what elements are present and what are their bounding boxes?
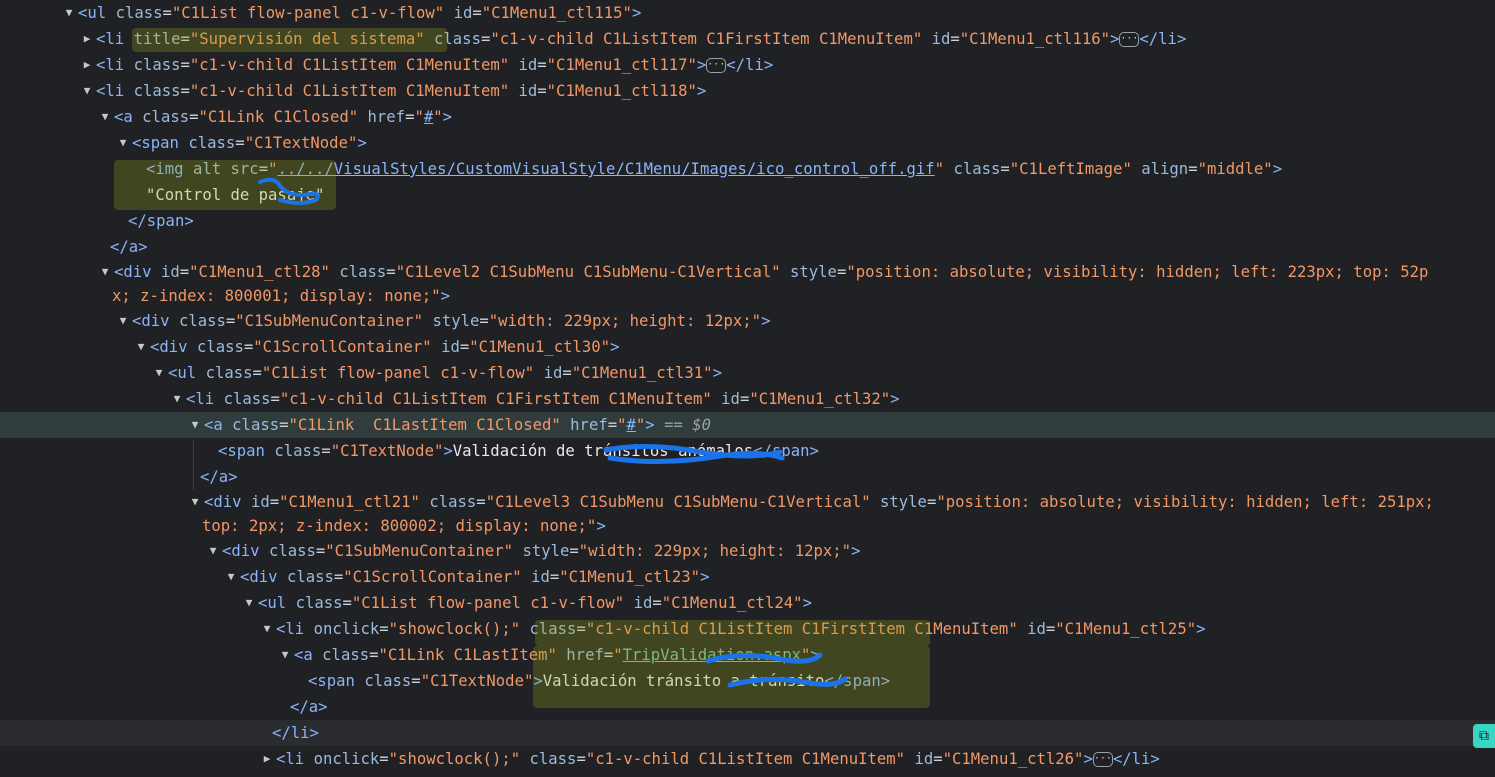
expanded-arrow-icon[interactable]: ▼ bbox=[80, 78, 94, 104]
expanded-arrow-icon[interactable]: ▼ bbox=[188, 412, 202, 438]
copy-icon[interactable]: ⧉ bbox=[1473, 724, 1495, 748]
dom-node-markup: <div id="C1Menu1_ctl21" class="C1Level3 … bbox=[204, 493, 1434, 511]
dom-node-markup: <div class="C1SubMenuContainer" style="w… bbox=[132, 312, 771, 330]
dom-node[interactable]: </a> bbox=[0, 464, 1495, 490]
indent-guide bbox=[193, 440, 194, 490]
expanded-arrow-icon[interactable]: ▼ bbox=[116, 130, 130, 156]
expanded-arrow-icon[interactable]: ▼ bbox=[170, 386, 184, 412]
dom-node-markup: </span> bbox=[128, 212, 194, 230]
dom-node-markup: <div class="C1SubMenuContainer" style="w… bbox=[222, 542, 861, 560]
dom-node[interactable]: </span> bbox=[0, 208, 1495, 234]
dom-node[interactable]: ▶ <li onclick="showclock();" class="c1-v-… bbox=[0, 746, 1495, 772]
dom-node[interactable]: ▼ <li class="c1-v-child C1ListItem C1Menu… bbox=[0, 78, 1495, 104]
dom-node[interactable]: ▼ <ul class="C1List flow-panel c1-v-flow"… bbox=[0, 590, 1495, 616]
dom-node[interactable]: <span class="C1TextNode">Validación de t… bbox=[0, 438, 1495, 464]
dom-node[interactable]: </li> bbox=[0, 720, 1495, 746]
dom-node[interactable]: ▼ <div class="C1ScrollContainer" id="C1Me… bbox=[0, 334, 1495, 360]
dom-node-markup: <div class="C1ScrollContainer" id="C1Men… bbox=[150, 338, 620, 356]
expanded-arrow-icon[interactable]: ▼ bbox=[116, 308, 130, 334]
highlight-list-item-link bbox=[533, 646, 930, 708]
dom-node[interactable]: ▼ <ul class="C1List flow-panel c1-v-flow"… bbox=[0, 360, 1495, 386]
expanded-arrow-icon[interactable]: ▼ bbox=[98, 104, 112, 130]
dom-node-selected[interactable]: ▼ <a class="C1Link C1LastItem C1Closed" h… bbox=[0, 412, 1495, 438]
expanded-arrow-icon[interactable]: ▼ bbox=[152, 360, 166, 386]
dom-node-markup: x; z-index: 800001; display: none;"> bbox=[112, 287, 450, 305]
dom-node[interactable]: ▼ <span class="C1TextNode"> bbox=[0, 130, 1495, 156]
collapsed-arrow-icon[interactable]: ▶ bbox=[260, 746, 274, 772]
dom-node-markup: <ul class="C1List flow-panel c1-v-flow" … bbox=[168, 364, 722, 382]
expanded-arrow-icon[interactable]: ▼ bbox=[242, 590, 256, 616]
dom-node-markup: </a> bbox=[200, 468, 238, 486]
expanded-arrow-icon[interactable]: ▼ bbox=[278, 642, 292, 668]
dom-node[interactable]: ▼ <div class="C1ScrollContainer" id="C1Me… bbox=[0, 564, 1495, 590]
dom-node[interactable]: ▼ <div id="C1Menu1_ctl21" class="C1Level3… bbox=[0, 490, 1495, 514]
dom-node[interactable]: ▼ <ul class="C1List flow-panel c1-v-flow"… bbox=[0, 0, 1495, 26]
dom-node[interactable]: ▼ <a class="C1Link C1Closed" href="#"> bbox=[0, 104, 1495, 130]
highlight-title-attribute bbox=[132, 28, 447, 52]
dom-node-markup: </li> bbox=[272, 724, 319, 742]
dom-node-markup: <div id="C1Menu1_ctl28" class="C1Level2 … bbox=[114, 263, 1429, 281]
dom-node[interactable]: ▼ <li class="c1-v-child C1ListItem C1Firs… bbox=[0, 386, 1495, 412]
highlight-list-item-link bbox=[535, 620, 930, 646]
dom-node-markup: <a class="C1Link C1Closed" href="#"> bbox=[114, 108, 453, 126]
dom-node[interactable]: ▼ <div class="C1SubMenuContainer" style="… bbox=[0, 308, 1495, 334]
dom-node-markup: <a class="C1Link C1LastItem C1Closed" hr… bbox=[204, 416, 712, 434]
dom-node-markup: <div class="C1ScrollContainer" id="C1Men… bbox=[240, 568, 710, 586]
expanded-arrow-icon[interactable]: ▼ bbox=[206, 538, 220, 564]
dom-node-markup: <ul class="C1List flow-panel c1-v-flow" … bbox=[258, 594, 812, 612]
dom-node-markup: <li onclick="showclock();" class="c1-v-c… bbox=[276, 750, 1160, 768]
expanded-arrow-icon[interactable]: ▼ bbox=[224, 564, 238, 590]
dom-node[interactable]: </a> bbox=[0, 234, 1495, 260]
highlight-img-and-text bbox=[114, 160, 336, 210]
dom-node[interactable]: x; z-index: 800001; display: none;"> bbox=[0, 284, 1495, 308]
dom-node-markup: <span class="C1TextNode">Validación de t… bbox=[218, 442, 819, 460]
dom-node[interactable]: ▼ <div class="C1SubMenuContainer" style="… bbox=[0, 538, 1495, 564]
expanded-arrow-icon[interactable]: ▼ bbox=[188, 490, 202, 514]
expanded-arrow-icon[interactable]: ▼ bbox=[260, 616, 274, 642]
dom-node-markup: <span class="C1TextNode"> bbox=[132, 134, 367, 152]
expanded-arrow-icon[interactable]: ▼ bbox=[134, 334, 148, 360]
dom-node-markup: </a> bbox=[290, 698, 328, 716]
dom-node-markup: <li class="c1-v-child C1ListItem C1MenuI… bbox=[96, 56, 774, 74]
dom-node-markup: <li class="c1-v-child C1ListItem C1First… bbox=[186, 390, 900, 408]
dom-node[interactable]: top: 2px; z-index: 800002; display: none… bbox=[0, 514, 1495, 538]
dom-node-markup: top: 2px; z-index: 800002; display: none… bbox=[202, 517, 606, 535]
collapsed-arrow-icon[interactable]: ▶ bbox=[80, 26, 94, 52]
dom-node-markup: </a> bbox=[110, 238, 148, 256]
dom-node-markup: <li class="c1-v-child C1ListItem C1MenuI… bbox=[96, 82, 707, 100]
expanded-arrow-icon[interactable]: ▼ bbox=[62, 0, 76, 26]
dom-node-markup: <ul class="C1List flow-panel c1-v-flow" … bbox=[78, 4, 642, 22]
dom-node[interactable]: ▶ <li class="c1-v-child C1ListItem C1Menu… bbox=[0, 52, 1495, 78]
collapsed-arrow-icon[interactable]: ▶ bbox=[80, 52, 94, 78]
expanded-arrow-icon[interactable]: ▼ bbox=[98, 260, 112, 284]
dom-node[interactable]: ▼ <div id="C1Menu1_ctl28" class="C1Level2… bbox=[0, 260, 1495, 284]
